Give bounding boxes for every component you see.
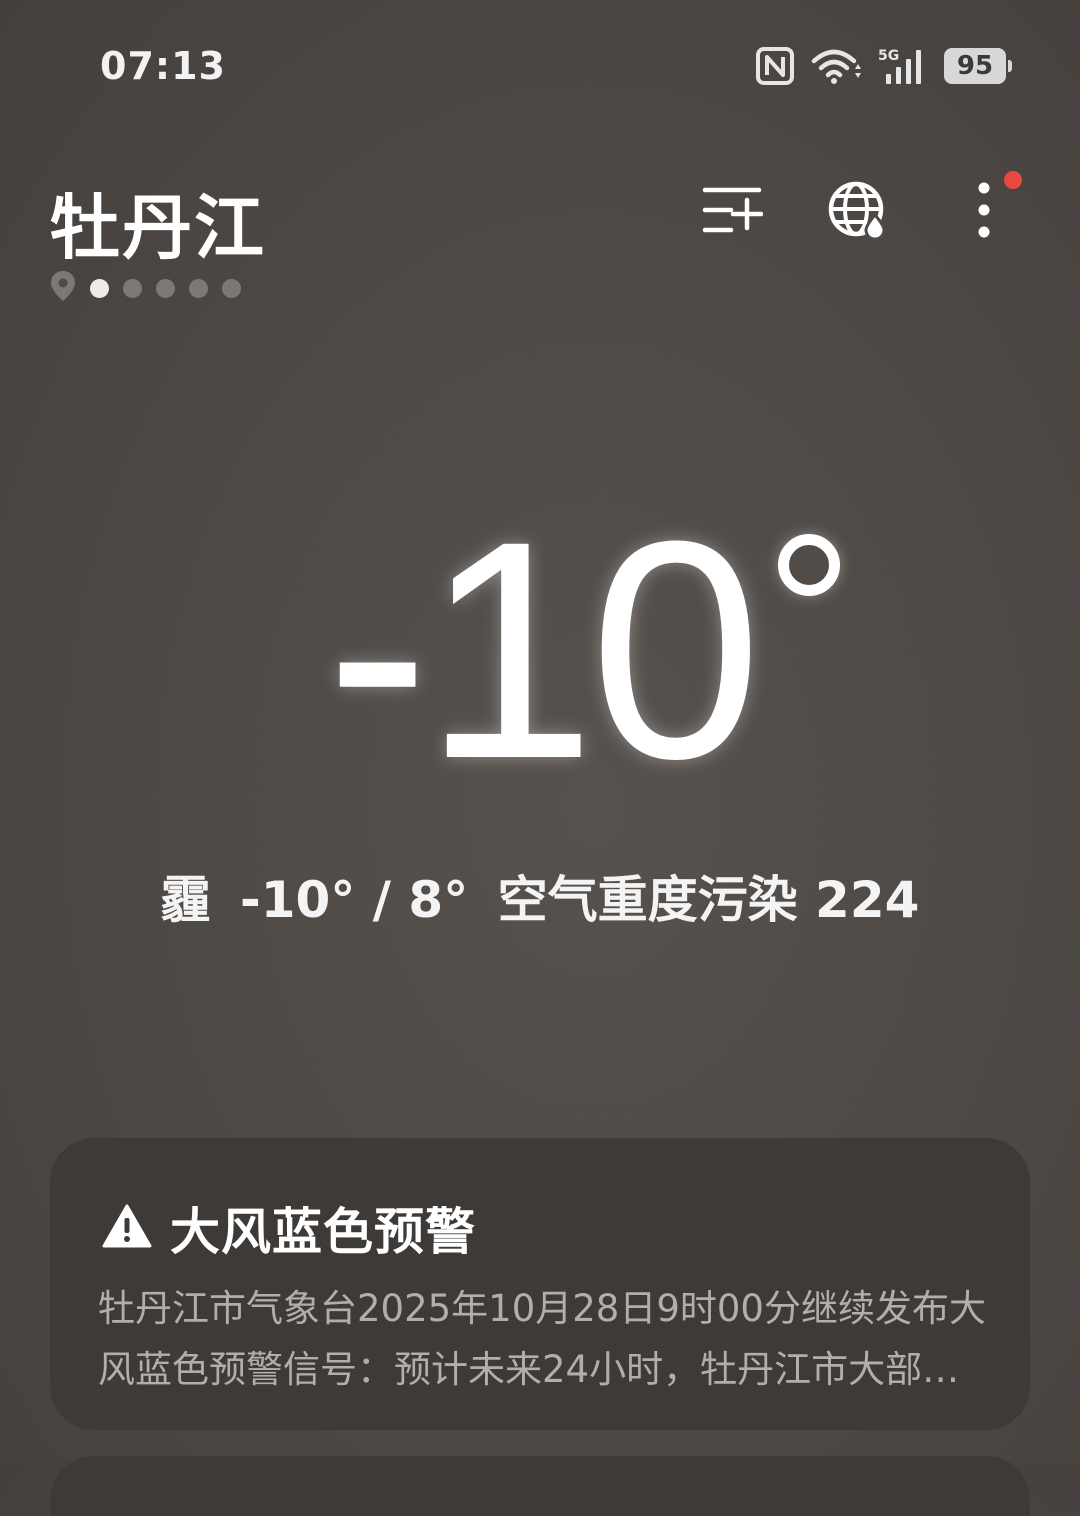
status-bar: 07:13 5G 95 <box>0 0 1080 140</box>
page-dot-4[interactable] <box>189 278 208 298</box>
page-indicator <box>50 270 241 306</box>
network-type: 5G <box>878 48 899 64</box>
globe-drop-icon <box>827 179 889 245</box>
current-temperature: -10 <box>0 476 1080 823</box>
city-title: 牡丹江 <box>50 187 266 269</box>
battery-level: 95 <box>956 51 994 81</box>
add-list-icon <box>701 184 764 240</box>
signal-icon: 5G <box>878 46 928 86</box>
air-quality-label: 空气重度污染 224 <box>497 871 920 929</box>
temperature-range: -10° / 8° <box>240 871 469 929</box>
temperature-value: -10 <box>326 476 762 823</box>
nfc-icon <box>756 47 794 85</box>
page-dot-2[interactable] <box>123 278 142 298</box>
page-dot-3[interactable] <box>156 278 175 298</box>
warning-triangle-icon <box>102 1204 152 1252</box>
location-pin-icon <box>50 270 76 306</box>
weather-summary[interactable]: 霾 -10° / 8° 空气重度污染 224 <box>0 860 1080 932</box>
page-dot-5[interactable] <box>222 278 241 298</box>
status-time: 07:13 <box>100 44 226 88</box>
more-vertical-icon <box>976 180 992 244</box>
weather-alert-card[interactable]: 大风蓝色预警 牡丹江市气象台2025年10月28日9时00分继续发布大风蓝色预警… <box>50 1138 1030 1430</box>
battery-indicator: 95 <box>944 48 1012 84</box>
more-options-button[interactable] <box>950 178 1018 246</box>
status-icons: 5G 95 <box>756 46 1012 86</box>
next-card <box>50 1456 1030 1516</box>
alert-header: 大风蓝色预警 <box>102 1192 476 1264</box>
alert-description: 牡丹江市气象台2025年10月28日9时00分继续发布大风蓝色预警信号：预计未来… <box>98 1287 986 1391</box>
global-weather-button[interactable] <box>824 178 892 246</box>
add-city-button[interactable] <box>698 178 766 246</box>
wifi-icon <box>810 47 862 85</box>
degree-symbol <box>778 534 840 596</box>
page-dot-1[interactable] <box>90 278 109 298</box>
notification-dot <box>1004 171 1022 189</box>
condition-label: 霾 <box>160 871 211 929</box>
alert-title: 大风蓝色预警 <box>170 1203 476 1261</box>
